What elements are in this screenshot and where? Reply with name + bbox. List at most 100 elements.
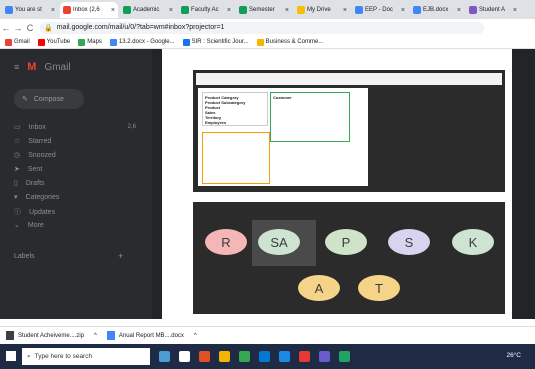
taskbar-search-box[interactable]: ⌕ Type here to search [22, 348, 150, 365]
browser-tab[interactable]: Semester × [236, 2, 292, 18]
tab-label: Faculty Ac [191, 7, 219, 13]
taskbar-app-icon[interactable] [239, 351, 250, 362]
close-tab-icon[interactable]: × [169, 7, 173, 14]
tab-favicon-icon [63, 6, 71, 14]
close-tab-icon[interactable]: × [401, 7, 405, 14]
download-item[interactable]: Anual Report MB....docx ^ [106, 331, 197, 340]
taskbar-app-icon[interactable] [179, 351, 190, 362]
bookmark-label: YouTube [46, 39, 71, 45]
participant-avatar: A [298, 275, 340, 301]
bookmark-item[interactable]: YouTube [37, 38, 71, 46]
bookmark-icon [109, 38, 117, 46]
sidebar-item-label: Sent [27, 165, 43, 173]
tab-label: Inbox (2,6 [73, 7, 100, 13]
tab-favicon-icon [413, 6, 421, 14]
browser-tab[interactable]: You are st × [2, 2, 58, 18]
close-tab-icon[interactable]: × [513, 7, 517, 14]
chevron-up-icon[interactable]: ^ [94, 333, 97, 339]
taskbar-app-icon[interactable] [299, 351, 310, 362]
sidebar-item-inbox[interactable]: ▭ Inbox [14, 123, 46, 132]
taskbar-app-icon[interactable] [339, 351, 350, 362]
browser-tab[interactable]: Academic × [120, 2, 176, 18]
close-tab-icon[interactable]: × [51, 7, 55, 14]
sidebar-item-icon: ➤ [14, 166, 20, 173]
participant-avatar: T [358, 275, 400, 301]
taskbar-app-icon[interactable] [279, 351, 290, 362]
browser-tab[interactable]: EJB.docx × [410, 2, 464, 18]
tab-label: Student A [479, 7, 506, 13]
document-page: Product Category Product Subcategory Prod… [198, 88, 368, 186]
bookmark-item[interactable]: 13.2.docx - Google... [109, 38, 175, 46]
bookmark-icon [37, 38, 45, 46]
close-tab-icon[interactable]: × [111, 7, 115, 14]
close-tab-icon[interactable]: × [227, 7, 231, 14]
sidebar-item-icon: ☆ [14, 138, 21, 145]
sidebar-item[interactable]: ⌄ More [14, 221, 44, 230]
browser-tab-strip: You are st × Inbox (2,6 × Academic × Faculty A… [0, 0, 535, 19]
gmail-logo-icon: M [27, 61, 37, 73]
bookmark-item[interactable]: Maps [78, 38, 102, 46]
download-item[interactable]: Student Acheiveme....zip ^ [6, 331, 97, 340]
back-icon[interactable]: ← [0, 23, 12, 33]
bookmark-item[interactable]: Gmail [5, 38, 30, 46]
taskbar-app-icon[interactable] [319, 351, 330, 362]
sidebar-item[interactable]: ▾ Categories [14, 193, 59, 202]
inbox-icon: ▭ [14, 124, 21, 131]
bookmark-item[interactable]: SIR : Scientific Jour... [182, 38, 249, 46]
entity-title: Customer [273, 95, 292, 100]
sidebar-item-icon: ⓘ [14, 209, 21, 216]
bookmark-icon [78, 38, 86, 46]
labels-heading: Labels [14, 253, 35, 260]
participant-avatar: SA [258, 229, 300, 255]
sidebar-item-label: Updates [29, 208, 56, 216]
reload-icon[interactable]: C [24, 23, 36, 33]
bookmark-label: SIR : Scientific Jour... [191, 39, 249, 45]
sidebar-item-label: More [27, 221, 44, 229]
sidebar-item[interactable]: ◷ Snoozed [14, 151, 56, 160]
taskbar-app-icon[interactable] [199, 351, 210, 362]
tab-favicon-icon [469, 6, 477, 14]
sidebar-item-label: Starred [28, 137, 52, 145]
taskbar-app-icon[interactable] [259, 351, 270, 362]
download-filename: Student Acheiveme....zip [18, 332, 85, 339]
lock-icon: 🔒 [44, 24, 53, 32]
sidebar-item-label: Inbox [28, 123, 46, 131]
forward-icon[interactable]: → [12, 23, 24, 33]
tab-favicon-icon [355, 6, 363, 14]
file-icon [106, 331, 115, 340]
browser-tab[interactable]: Faculty Ac × [178, 2, 234, 18]
sidebar-item-label: Drafts [25, 179, 45, 187]
chevron-up-icon[interactable]: ^ [194, 333, 197, 339]
bookmark-icon [5, 38, 12, 46]
taskbar-app-icon[interactable] [219, 351, 230, 362]
address-bar[interactable]: 🔒 mail.google.com/mail/u/0/?tab=wm#inbox… [40, 21, 484, 34]
weather-temperature: 26°C [506, 352, 521, 359]
taskbar-app-icon[interactable] [159, 351, 170, 362]
sidebar-item[interactable]: ⓘ Updates [14, 207, 55, 217]
browser-tab[interactable]: Inbox (2,6 × [60, 2, 118, 18]
windows-taskbar: ⌕ Type here to search 26°C [0, 344, 535, 369]
pencil-icon: ✎ [22, 96, 28, 103]
close-tab-icon[interactable]: × [457, 7, 461, 14]
bookmarks-bar: Gmail YouTube Maps 13.2.docx - Google... SIR… [0, 36, 535, 49]
entity-box-orange [202, 132, 270, 184]
browser-tab[interactable]: EEP - Doc × [352, 2, 408, 18]
compose-button[interactable]: ✎ Compose [14, 89, 84, 109]
close-tab-icon[interactable]: × [343, 7, 347, 14]
browser-tab[interactable]: My Drive × [294, 2, 350, 18]
entity-box-product: Product Category Product Subcategory Prod… [202, 92, 268, 126]
tab-favicon-icon [297, 6, 305, 14]
participant-avatar: S [388, 229, 430, 255]
close-tab-icon[interactable]: × [285, 7, 289, 14]
bookmark-item[interactable]: Business & Comme... [256, 38, 323, 46]
add-label-icon[interactable]: + [118, 251, 123, 261]
navigation-bar: ← → C 🔒 mail.google.com/mail/u/0/?tab=wm… [0, 19, 535, 36]
search-placeholder: Type here to search [34, 353, 93, 360]
sidebar-item[interactable]: ▯ Drafts [14, 179, 45, 188]
gmail-sidebar: ≡ M Gmail ✎ Compose ▭ Inbox 2,6 Labels +… [0, 49, 152, 319]
menu-icon[interactable]: ≡ [14, 62, 19, 72]
windows-start-icon[interactable] [6, 351, 16, 361]
sidebar-item[interactable]: ➤ Sent [14, 165, 43, 174]
sidebar-item[interactable]: ☆ Starred [14, 137, 52, 146]
browser-tab[interactable]: Student A × [466, 2, 520, 18]
